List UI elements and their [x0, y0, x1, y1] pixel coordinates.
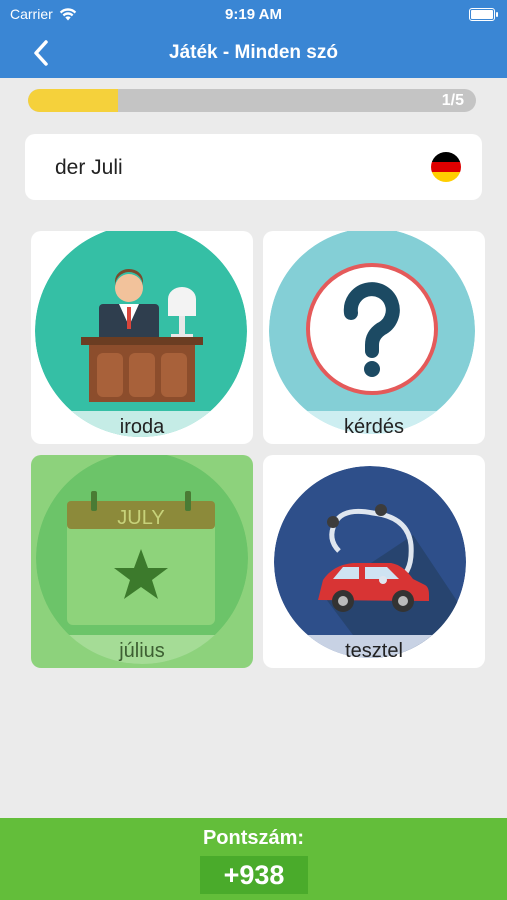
office-desk-icon — [35, 231, 247, 437]
option-label: kérdés — [343, 416, 405, 438]
progress-bar: 1/5 — [28, 89, 476, 112]
progress-text: 1/5 — [441, 92, 464, 109]
question-mark-icon — [269, 231, 475, 434]
score-value: +938 — [200, 856, 308, 894]
nav-bar: Játék - Minden szó — [0, 30, 507, 78]
score-bar: Pontszám: +938 — [0, 818, 507, 900]
progress-fill — [28, 89, 118, 112]
prompt-card: der Juli — [25, 134, 482, 200]
page-title: Játék - Minden szó — [169, 42, 338, 63]
option-tile-julius[interactable]: JULY július — [31, 455, 253, 668]
status-time: 9:19 AM — [225, 6, 282, 23]
option-label: iroda — [119, 416, 165, 438]
option-tile-iroda[interactable]: iroda — [31, 231, 253, 444]
battery-icon — [469, 8, 498, 21]
july-calendar-icon: JULY — [36, 455, 248, 664]
prompt-word: der Juli — [55, 156, 123, 179]
score-label: Pontszám: — [202, 827, 305, 849]
car-stethoscope-icon — [274, 466, 466, 658]
german-flag-icon — [431, 152, 461, 182]
option-tile-kerdes[interactable]: kérdés — [263, 231, 485, 444]
status-bar: Carrier 9:19 AM — [0, 0, 507, 30]
calendar-month-text: JULY — [117, 507, 164, 529]
option-label: július — [119, 640, 165, 662]
option-label: tesztel — [345, 640, 403, 662]
option-tile-tesztel[interactable]: tesztel — [263, 455, 485, 668]
